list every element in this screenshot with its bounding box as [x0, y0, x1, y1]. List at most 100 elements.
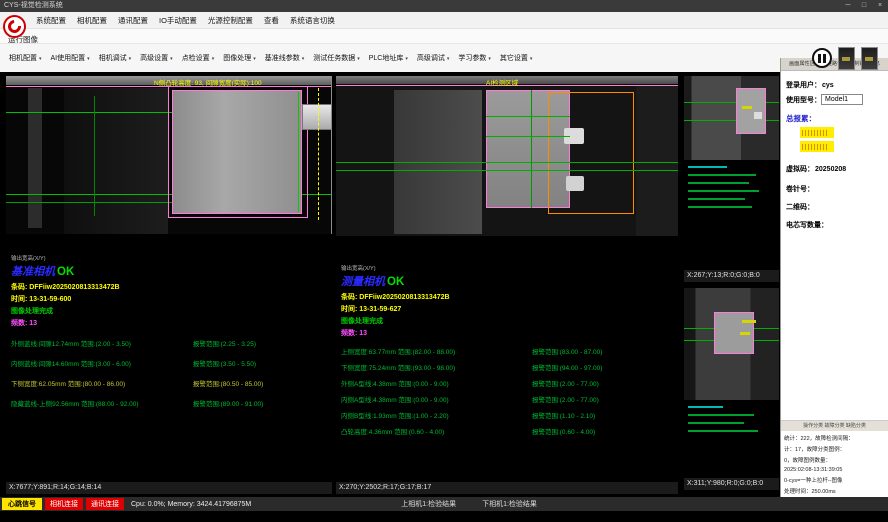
camera-view-right[interactable]: AI检测区域	[336, 76, 678, 236]
machine-block	[636, 86, 678, 236]
camera-view-left[interactable]: N侧凸轮高度: 93, 间隙宽度(实际):100	[6, 76, 332, 234]
result-text-line	[688, 166, 727, 168]
titlebar: CYS-视觉检测系统 ─ □ ×	[0, 0, 888, 12]
toolbar-image-process[interactable]: 图像处理	[220, 51, 259, 65]
measurement-text: 外侧蓝线:间隙12.74mm 范围:(2.00 - 3.50)	[11, 338, 193, 348]
status-ok-label: OK	[387, 276, 404, 288]
stats-header: 操作分类 故障分类 缺陷分类	[781, 421, 888, 431]
overlay-green-vline	[531, 90, 532, 208]
overlay-green-line	[486, 136, 570, 137]
minimize-icon[interactable]: ─	[840, 0, 856, 12]
measurement-row: 外侧A型线:4.38mm 范围:(0.00 - 9.00)报警范围:(2.00 …	[341, 378, 676, 388]
stats-line: 2025:02:08-13:31:39:05	[784, 467, 885, 473]
stats-line: 0，故障图例数量：	[784, 456, 885, 464]
stats-line: 0-cys=一种上拉杆--图像	[784, 476, 885, 484]
toolbar-spot-check[interactable]: 点检设置	[179, 51, 218, 65]
footer-gap	[0, 511, 888, 522]
menu-item-language[interactable]: 系统语言切换	[290, 15, 335, 26]
heartbeat-button[interactable]: 心跳信号	[2, 498, 42, 510]
total-alarm-label: 总报累：	[786, 113, 884, 124]
pause-button[interactable]	[812, 48, 832, 68]
overlay-green-vline	[298, 92, 299, 212]
pixel-coords-readout: X:267;Y:13;R:0;G:0;B:0	[684, 270, 779, 282]
result-note: 输出宽高(X/Y)	[11, 254, 330, 262]
needle-number-label: 卷针号：	[786, 184, 814, 194]
freq-text: 频数: 13	[11, 318, 330, 328]
menu-item-io-manual[interactable]: IO手动配置	[159, 15, 197, 26]
top-controls	[812, 45, 878, 71]
process-done-text: 图像处理完成	[341, 316, 676, 326]
toolbar-ai-config[interactable]: AI使用配置	[48, 51, 93, 65]
measurement-row: 凸轮高度:4.36mm 范围:(0.60 - 4.00)报警范围:(0.60 -…	[341, 426, 676, 436]
write-count-label: 电芯写数量：	[786, 220, 828, 230]
overlay-green-line	[336, 162, 678, 163]
menu-item-light-control[interactable]: 光源控制配置	[208, 15, 253, 26]
camera-view-thumb-bottom[interactable]	[684, 288, 779, 400]
window-title: CYS-视觉检测系统	[4, 2, 63, 9]
measurement-text: 上侧宽度:63.77mm 范围:(82.00 - 88.00)	[341, 346, 532, 356]
measurement-row: 内侧B型线:1.93mm 范围:(1.00 - 2.20)报警范围:(1.10 …	[341, 410, 676, 420]
overlay-yellow-mark	[742, 106, 752, 109]
toolbar-plc-address[interactable]: PLC地址库	[366, 51, 411, 65]
toolbar-advanced-debug[interactable]: 高级调试	[414, 51, 453, 65]
toolbar-advanced-settings[interactable]: 高级设置	[137, 51, 176, 65]
measurement-row: 下侧宽度:62.05mm 范围:(80.00 - 86.00)报警范围:(80.…	[11, 378, 330, 388]
camera-thumb-button-2[interactable]	[861, 47, 878, 70]
model-label: 使用型号：	[786, 95, 821, 105]
maximize-icon[interactable]: □	[856, 0, 872, 12]
pixel-coords-readout: X:7677;Y:891;R:14;G:14;B:14	[6, 482, 332, 494]
menu-item-view[interactable]: 查看	[264, 15, 279, 26]
camera-view-thumb-top[interactable]	[684, 76, 779, 160]
toolbar-camera-debug[interactable]: 相机调试	[96, 51, 135, 65]
camera-name-label: 基准相机	[11, 266, 55, 278]
thumb-result-text-lines	[684, 160, 779, 208]
overlay-green-line	[6, 202, 176, 203]
shiny-metal-spot	[754, 112, 762, 119]
result-text-line	[688, 182, 749, 184]
close-icon[interactable]: ×	[872, 0, 888, 12]
lower-camera-hint: 下相机1:检验结果	[482, 499, 537, 509]
camera-link-indicator: 相机连接	[45, 498, 83, 510]
run-image-tab-row: 运行图像	[0, 29, 888, 43]
process-done-text: 图像处理完成	[11, 306, 330, 316]
result-text-line	[688, 406, 723, 408]
alarm-range-text: 报警范围:(89.00 - 91.00)	[193, 398, 330, 408]
right-camera-panel: AI检测区域 输出宽高(X/Y) 测量相机OK 条码: DFFiiw202502…	[336, 76, 678, 494]
stats-line: 处理时间：250.00ms	[784, 487, 885, 495]
alarm-flag-box-2[interactable]	[800, 141, 834, 152]
result-text-line	[688, 430, 758, 432]
measurement-text: 凸轮高度:4.36mm 范围:(0.60 - 4.00)	[341, 426, 532, 436]
left-result-block: 输出宽高(X/Y) 基准相机OK 条码: DFFiiw2025020813313…	[11, 254, 330, 408]
alarm-range-text: 报警范围:(2.00 - 77.00)	[532, 378, 676, 388]
barcode-text: 条码: DFFiiw2025020813313472B	[341, 292, 676, 302]
menu-item-system-config[interactable]: 系统配置	[36, 15, 66, 26]
alarm-range-text: 报警范围:(2.25 - 3.25)	[193, 338, 330, 348]
camera-thumb-button-1[interactable]	[838, 47, 855, 70]
result-text-line	[688, 414, 754, 416]
pixel-coords-readout: X:270;Y:2502;R:17;G:17;B:17	[336, 482, 678, 494]
overlay-green-vline	[94, 96, 95, 216]
thumb-panel-top: X:267;Y:13;R:0;G:0;B:0	[684, 76, 779, 282]
overlay-pink-rect	[168, 86, 308, 218]
virtual-code-label: 虚拟码：	[786, 164, 814, 174]
toolbar-other-settings[interactable]: 其它设置	[497, 51, 536, 65]
toolbar-camera-config[interactable]: 相机配置	[6, 51, 45, 65]
right-result-block: 输出宽高(X/Y) 测量相机OK 条码: DFFiiw2025020813313…	[341, 264, 676, 436]
time-text: 时间: 13-31-59-600	[11, 294, 330, 304]
freq-text: 频数: 13	[341, 328, 676, 338]
measurement-text: 外侧A型线:4.38mm 范围:(0.00 - 9.00)	[341, 378, 532, 388]
connector-part	[302, 104, 332, 130]
menu-item-camera-config[interactable]: 相机配置	[77, 15, 107, 26]
measurement-text: 下侧宽度:62.05mm 范围:(80.00 - 86.00)	[11, 378, 193, 388]
menu-item-comm-config[interactable]: 通讯配置	[118, 15, 148, 26]
camera-name-label: 测量相机	[341, 276, 385, 288]
result-text-line	[688, 190, 759, 192]
alarm-flag-box-1[interactable]	[800, 127, 834, 138]
toolbar-baseline-params[interactable]: 基准线参数	[262, 51, 308, 65]
toolbar-test-task-data[interactable]: 测试任务数据	[310, 51, 363, 65]
model-select[interactable]: Model1	[821, 94, 863, 105]
result-note: 输出宽高(X/Y)	[341, 264, 676, 272]
barcode-text: 条码: DFFiiw2025020813313472B	[11, 282, 330, 292]
app-window: CYS-视觉检测系统 ─ □ × 系统配置 相机配置 通讯配置 IO手动配置 光…	[0, 0, 888, 522]
toolbar-learn-params[interactable]: 学习参数	[455, 51, 494, 65]
